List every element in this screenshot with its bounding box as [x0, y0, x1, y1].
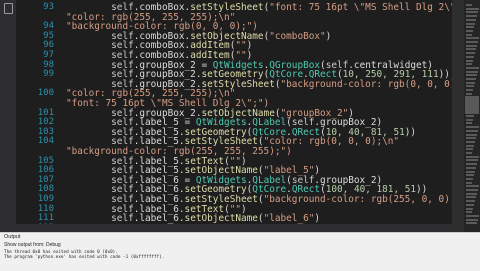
- minimap-line: [466, 74, 477, 77]
- minimap-line: [466, 100, 478, 103]
- minimap-line: [466, 207, 473, 210]
- code-token: )): [404, 126, 417, 138]
- minimap-line: [466, 15, 477, 18]
- horizontal-scrollbar[interactable]: [16, 224, 452, 232]
- minimap-line: [466, 4, 472, 6]
- minimap-line: [466, 189, 478, 191]
- minimap-line: [466, 44, 477, 47]
- minimap-line: [466, 174, 474, 177]
- code-token: "font: 75 16pt \"MS Shell Dlg 2\";\n": [269, 2, 452, 13]
- line-number: 104: [37, 136, 54, 147]
- minimap-line: [466, 166, 476, 169]
- minimap-line: [466, 52, 475, 55]
- minimap-line: [466, 33, 472, 36]
- document-icon[interactable]: [4, 3, 13, 14]
- minimap-line: [466, 11, 478, 14]
- minimap-line: [466, 133, 477, 136]
- output-log: The thread 0x0 has exited with code 0 (0…: [4, 250, 164, 260]
- line-number: 93: [43, 2, 54, 12]
- minimap-line: [466, 59, 473, 62]
- minimap-line: [466, 177, 473, 180]
- minimap-line: [466, 118, 473, 121]
- minimap-line: [466, 163, 477, 166]
- minimap-line: [466, 29, 473, 32]
- minimap-line: [466, 196, 476, 199]
- minimap-line: [466, 81, 475, 84]
- minimap-line: [466, 148, 473, 151]
- minimap-line: [466, 159, 478, 162]
- minimap-line: [466, 203, 474, 206]
- code-token: "comboBox": [269, 30, 326, 42]
- minimap-line: [466, 111, 475, 114]
- minimap-line: [466, 211, 472, 214]
- code-editor[interactable]: 93 94 95 96 97 98 99 100 101 102 103 104 105 106 107 10…: [16, 0, 452, 232]
- minimap-line: [466, 107, 476, 110]
- minimap-line: [466, 140, 475, 143]
- code-token: ): [325, 30, 332, 42]
- output-line: The program 'python.exe' has exited with…: [4, 255, 165, 261]
- minimap-line: [466, 144, 474, 147]
- minimap-line: [466, 48, 476, 51]
- minimap-line: [466, 41, 478, 43]
- code-token: "background-color: rgb(255, 0, 0);"): [263, 194, 452, 205]
- minimap-line: [466, 92, 472, 95]
- minimap-line: [466, 155, 479, 158]
- code-token: self: [111, 213, 134, 225]
- code-token: .label_6.: [133, 213, 185, 225]
- output-panel: Output Show output from: Debug The threa…: [0, 232, 480, 271]
- minimap-line: [466, 22, 475, 25]
- output-title: Output: [4, 234, 21, 240]
- minimap-line: [466, 18, 476, 21]
- code-token: "label_6": [263, 213, 315, 225]
- minimap-line: [466, 137, 476, 140]
- minimap-line: [466, 37, 479, 40]
- code-token: setObjectName: [184, 213, 258, 225]
- code-token: "background-color: rgb(0, 0, 0);\n": [280, 78, 453, 90]
- minimap-line: [466, 222, 477, 225]
- minimap-line: [466, 96, 479, 99]
- minimap-line: [466, 170, 475, 173]
- minimap-line: [466, 218, 478, 221]
- output-source-selector[interactable]: Show output from: Debug: [4, 242, 61, 248]
- minimap-line: [466, 70, 478, 73]
- minimap-line: [466, 122, 472, 125]
- minimap-line: [466, 185, 479, 188]
- minimap-line: [466, 63, 472, 66]
- minimap-line: [466, 214, 479, 217]
- minimap-line: [466, 129, 478, 132]
- line-number: 99: [43, 69, 54, 80]
- minimap-line: [466, 126, 479, 129]
- code-line[interactable]: self.label_6.setObjectName("label_6"): [66, 214, 320, 224]
- minimap[interactable]: [464, 0, 480, 232]
- minimap-line: [466, 152, 472, 154]
- minimap-line: [466, 78, 476, 80]
- minimap-line: [466, 115, 474, 117]
- minimap-line: [466, 181, 472, 184]
- vertical-scrollbar[interactable]: [452, 0, 464, 232]
- minimap-line: [466, 55, 474, 58]
- code-token: ): [314, 213, 321, 225]
- minimap-line: [466, 200, 475, 203]
- line-number: 100: [37, 88, 54, 99]
- minimap-line: [466, 85, 474, 88]
- minimap-line: [466, 7, 479, 10]
- minimap-line: [466, 26, 474, 29]
- minimap-line: [466, 103, 477, 106]
- minimap-line: [466, 66, 479, 69]
- minimap-line: [466, 89, 473, 92]
- minimap-line: [466, 192, 477, 195]
- left-toolbar: [0, 0, 17, 232]
